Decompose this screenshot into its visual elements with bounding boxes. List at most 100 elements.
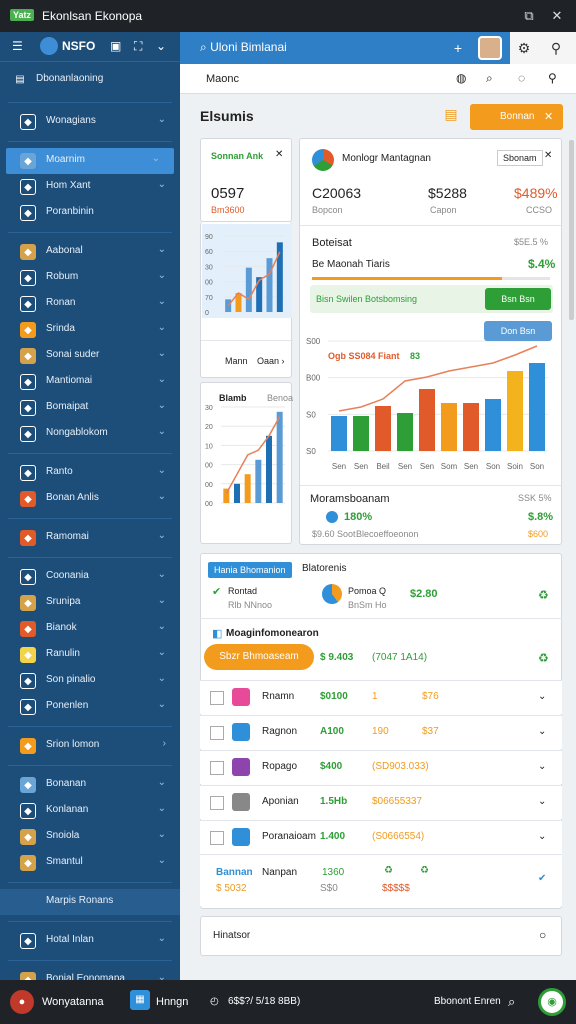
checkbox[interactable] <box>210 831 224 845</box>
sidebar-item[interactable]: ◆ Bomaipat ⌄ <box>0 395 180 421</box>
tab-title[interactable]: Blatorenis <box>302 563 346 574</box>
sidebar-item[interactable]: ◆ Ramomai ⌄ <box>0 525 180 551</box>
chevron-down-icon[interactable]: ⌄ <box>158 491 166 502</box>
section-button[interactable]: Sbzr Bhmoaseam <box>204 644 314 670</box>
summary-card[interactable]: Sonnan Ank ✕ 0597 Bm3600 <box>200 138 292 222</box>
chevron-down-icon[interactable]: ⌄ <box>158 829 166 840</box>
user-avatar[interactable]: ● <box>10 990 34 1014</box>
chevron-down-icon[interactable]: ⌄ <box>158 426 166 437</box>
close-icon[interactable]: ✕ <box>544 110 553 123</box>
search-icon[interactable]: ⌕ <box>486 71 493 86</box>
chevron-down-icon[interactable]: ⌄ <box>158 114 166 125</box>
sidebar-item[interactable]: ◆ Nongablokom ⌄ <box>0 421 180 447</box>
sidebar-section-title[interactable]: ▤ Dbonanlaoning <box>0 64 180 96</box>
chevron-down-icon[interactable]: ⌄ <box>158 270 166 281</box>
sidebar-item[interactable]: ◆ Bonan Anlis ⌄ <box>0 486 180 512</box>
card-tag[interactable]: Sbonam <box>497 150 543 166</box>
cookie-icon[interactable]: ◍ <box>456 71 466 85</box>
sidebar-item[interactable]: ◆ Konlanan ⌄ <box>0 798 180 824</box>
list-icon[interactable]: ▤ <box>440 106 462 128</box>
banner-button[interactable]: Bsn Bsn <box>485 288 551 310</box>
bottom-input[interactable]: Hinatsor ○ <box>200 916 562 956</box>
search-icon[interactable]: ○ <box>539 928 546 942</box>
restore-icon[interactable]: ⧉ <box>520 7 538 25</box>
add-icon[interactable]: + <box>448 38 468 58</box>
sidebar-item[interactable]: ◆ Coonania ⌄ <box>0 564 180 590</box>
sidebar-item[interactable]: ◆ Son pinalio ⌄ <box>0 668 180 694</box>
chevron-down-icon[interactable]: ⌄ <box>538 691 546 702</box>
sidebar-item[interactable]: ◆ Ranulin ⌄ <box>0 642 180 668</box>
chevron-down-icon[interactable]: ⌄ <box>158 699 166 710</box>
close-icon[interactable]: ✕ <box>544 150 552 161</box>
chevron-down-icon[interactable]: ⌄ <box>158 465 166 476</box>
recycle-icon[interactable]: ♻ <box>538 588 549 602</box>
chevron-down-icon[interactable]: ⌄ <box>158 933 166 944</box>
sidebar-item[interactable]: ◆ Bonanan ⌄ <box>0 772 180 798</box>
sidebar-item[interactable]: ◆ Srinda ⌄ <box>0 317 180 343</box>
menu-icon[interactable]: ☰ <box>12 39 23 53</box>
checkbox[interactable] <box>210 796 224 810</box>
sidebar-item[interactable]: ◆ Snoiola ⌄ <box>0 824 180 850</box>
sidebar-item[interactable]: ◆ Ronan ⌄ <box>0 291 180 317</box>
chevron-down-icon[interactable]: ⌄ <box>158 855 166 866</box>
chat-icon[interactable]: ◌ <box>518 71 525 85</box>
list-row[interactable]: Aponian 1.5Hb $06655337 ⌄ <box>200 785 562 819</box>
sidebar-item[interactable]: ◆ Smantul ⌄ <box>0 850 180 876</box>
action-button[interactable]: Bonnan ✕ <box>470 104 563 130</box>
checkbox[interactable] <box>210 761 224 775</box>
chevron-down-icon[interactable]: ⌄ <box>152 153 160 164</box>
chevron-right-icon[interactable]: › <box>163 738 166 749</box>
chevron-down-icon[interactable]: ⌄ <box>158 400 166 411</box>
sidebar-item[interactable]: ◆ Moarnim ⌄ <box>6 148 174 174</box>
checkbox[interactable] <box>210 726 224 740</box>
sidebar-item[interactable]: ◆ Bonial Eonomapa ⌄ <box>0 967 180 980</box>
sidebar-item[interactable]: ◆ Sonai suder ⌄ <box>0 343 180 369</box>
chevron-down-icon[interactable]: ⌄ <box>538 831 546 842</box>
sidebar-item[interactable]: ◆ Srion lomon › <box>0 733 180 759</box>
sidebar-item[interactable]: ◆ Poranbinin <box>0 200 180 226</box>
app-label[interactable]: Hnngn <box>156 996 188 1008</box>
tab-active[interactable]: Hania Bhomanion <box>208 562 292 578</box>
user-icon[interactable]: ⚲ <box>548 71 557 85</box>
checkbox[interactable] <box>210 691 224 705</box>
sidebar-item[interactable]: ◆ Aabonal ⌄ <box>0 239 180 265</box>
search-icon[interactable]: ⌕ <box>508 994 515 1010</box>
chevron-down-icon[interactable]: ⌄ <box>538 761 546 772</box>
chevron-down-icon[interactable]: ⌄ <box>158 803 166 814</box>
chevron-down-icon[interactable]: ⌄ <box>158 673 166 684</box>
window-icon[interactable]: ▣ <box>110 39 121 53</box>
chevron-down-icon[interactable]: ⌄ <box>538 726 546 737</box>
expand-icon[interactable]: ⛶ <box>134 39 142 54</box>
avatar[interactable] <box>478 36 502 60</box>
chevron-down-icon[interactable]: ⌄ <box>158 322 166 333</box>
sidebar-item[interactable]: ◆ Hotal Inlan ⌄ <box>0 928 180 954</box>
card-footer-link[interactable]: Oaan › <box>257 356 285 366</box>
status-circle[interactable]: ◉ <box>538 988 566 1016</box>
chevron-down-icon[interactable]: ⌄ <box>158 595 166 606</box>
sidebar-item[interactable]: ◆ Bianok ⌄ <box>0 616 180 642</box>
check-icon[interactable]: ✔ <box>538 873 546 884</box>
chevron-down-icon[interactable]: ⌄ <box>158 647 166 658</box>
chevron-down-icon[interactable]: ⌄ <box>158 777 166 788</box>
sidebar-item[interactable]: ◆ Srunipa ⌄ <box>0 590 180 616</box>
sidebar-item[interactable]: ◆ Mantiomai ⌄ <box>0 369 180 395</box>
close-icon[interactable]: ✕ <box>548 7 566 25</box>
sidebar-item[interactable]: Marpis Ronans <box>0 889 180 915</box>
person-icon[interactable]: ⚲ <box>546 38 566 58</box>
chevron-down-icon[interactable]: ⌄ <box>156 39 166 53</box>
gear-icon[interactable]: ⚙ <box>514 38 534 58</box>
search-bar[interactable]: ⌕ Uloni Bimlanai <box>200 40 287 55</box>
chevron-down-icon[interactable]: ⌄ <box>158 569 166 580</box>
list-row[interactable]: Ragnon A100 190 $37 ⌄ <box>200 715 562 749</box>
scrollbar[interactable] <box>569 140 574 320</box>
chevron-down-icon[interactable]: ⌄ <box>158 244 166 255</box>
list-row-last[interactable]: Bannan $ 5032 Nanpan 1360 S$0 ♻ $$$$$ ♻ … <box>200 854 562 906</box>
chevron-down-icon[interactable]: ⌄ <box>158 972 166 980</box>
sidebar-item[interactable]: ◆ Ranto ⌄ <box>0 460 180 486</box>
chevron-down-icon[interactable]: ⌄ <box>158 348 166 359</box>
chart-button[interactable]: Don Bsn <box>484 321 552 341</box>
chevron-down-icon[interactable]: ⌄ <box>158 374 166 385</box>
close-icon[interactable]: ✕ <box>275 149 283 160</box>
sidebar-item[interactable]: ◆ Ponenlen ⌄ <box>0 694 180 720</box>
list-row[interactable]: Rnamn $0100 1 $76 ⌄ <box>200 680 562 714</box>
